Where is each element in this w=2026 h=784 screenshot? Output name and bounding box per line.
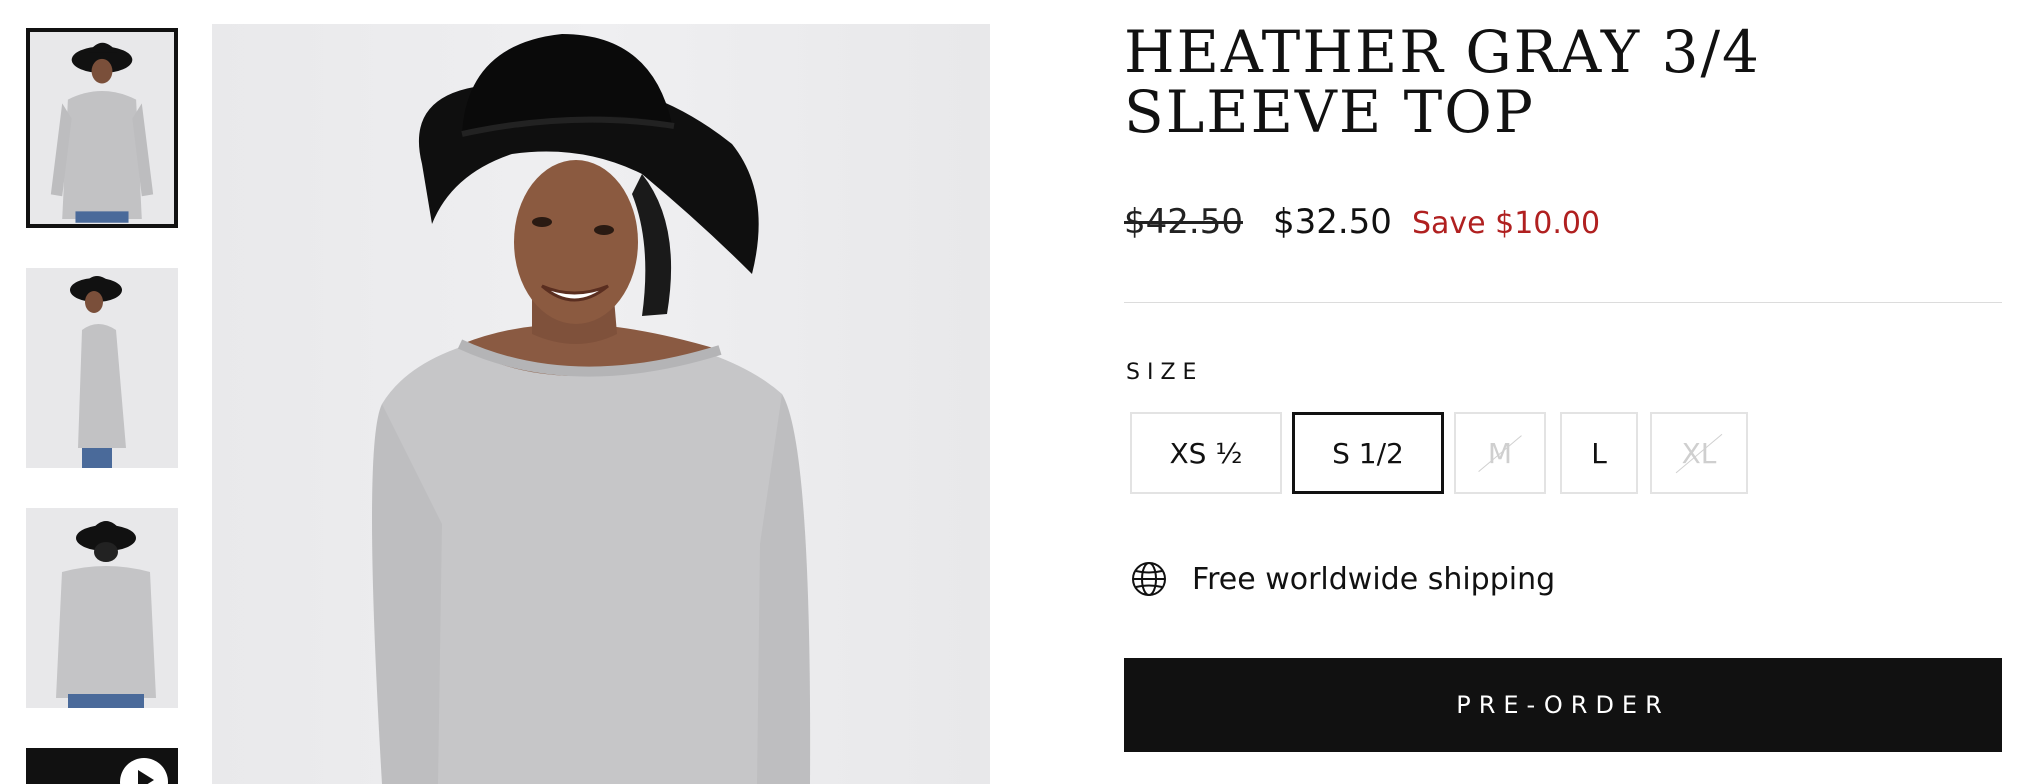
- savings-label: Save $10.00: [1411, 206, 1601, 241]
- thumbnail-back-image: [26, 508, 178, 708]
- model-photo: [372, 34, 811, 784]
- thumbnail-front-view[interactable]: [26, 28, 178, 228]
- price-row: $42.50 $32.50 Save $10.00: [1124, 202, 1600, 242]
- size-option-xs[interactable]: XS ½: [1130, 412, 1282, 494]
- size-option-m[interactable]: M: [1454, 412, 1546, 494]
- pre-order-button[interactable]: PRE-ORDER: [1124, 658, 2002, 752]
- product-page: HEATHER GRAY 3/4 SLEEVE TOP $42.50 $32.5…: [0, 0, 2026, 784]
- sale-price: $32.50: [1272, 202, 1392, 242]
- size-option-xl[interactable]: XL: [1650, 412, 1748, 494]
- thumbnail-back-view[interactable]: [26, 508, 178, 708]
- shipping-text: Free worldwide shipping: [1192, 561, 1556, 597]
- size-label: SIZE: [1126, 360, 1204, 385]
- size-option-s[interactable]: S 1/2: [1292, 412, 1444, 494]
- shipping-info: Free worldwide shipping: [1130, 560, 1555, 598]
- size-option-l[interactable]: L: [1560, 412, 1638, 494]
- original-price: $42.50: [1124, 202, 1243, 242]
- thumbnail-front-image: [30, 33, 174, 223]
- thumbnail-video[interactable]: [26, 748, 178, 784]
- divider: [1124, 302, 2002, 303]
- play-icon: [26, 748, 178, 784]
- thumbnail-side-view[interactable]: [26, 268, 178, 468]
- globe-icon: [1132, 562, 1166, 596]
- product-title: HEATHER GRAY 3/4 SLEEVE TOP: [1124, 18, 1761, 146]
- main-product-image[interactable]: [212, 24, 990, 784]
- thumbnail-side-image: [26, 268, 178, 468]
